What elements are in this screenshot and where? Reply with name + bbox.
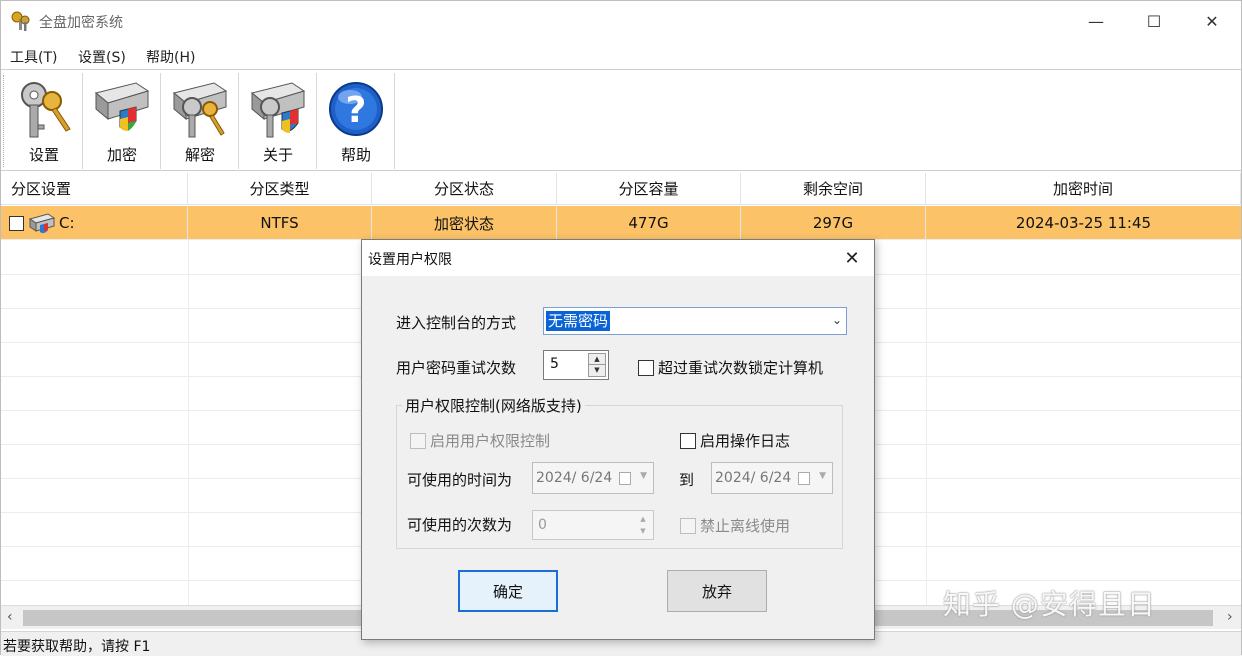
dialog-title-bar: 设置用户权限 ✕ [362,240,874,276]
dialog-close-button[interactable]: ✕ [838,244,866,272]
date-to-picker[interactable]: 2024/ 6/24 ▼ [711,462,833,494]
column-header-free[interactable]: 剩余空间 [741,173,926,205]
partition-cell: C: [1,206,188,240]
date-to-value: 2024/ 6/24 [715,470,792,486]
drive-key-shield-icon [250,82,306,138]
stepper-up-icon[interactable]: ▲ [589,354,605,365]
type-cell: NTFS [188,206,372,240]
to-label: 到 [679,471,695,489]
console-mode-value: 无需密码 [546,311,611,331]
capacity-cell: 477G [557,206,741,240]
lock-computer-checkbox[interactable]: 超过重试次数锁定计算机 [638,357,823,378]
menu-help[interactable]: 帮助(H) [146,47,195,67]
status-cell: 加密状态 [372,206,557,240]
enable-permission-checkbox[interactable]: 启用用户权限控制 [410,430,550,451]
disable-offline-label: 禁止离线使用 [700,517,791,535]
key-settings-icon [21,82,71,138]
usage-count-stepper[interactable]: 0 ▲ ▼ [532,510,654,540]
scroll-right-icon[interactable]: › [1227,609,1233,625]
time-cell: 2024-03-25 11:45 [1015,214,1152,232]
usage-time-label: 可使用的时间为 [407,471,513,489]
stepper-up-icon[interactable]: ▲ [635,513,651,525]
retry-count-stepper[interactable]: 5 ▲ ▼ [543,350,609,380]
toolbar-encrypt-label: 加密 [106,146,137,164]
stepper-down-icon[interactable]: ▼ [589,365,605,376]
checkbox-box[interactable] [680,432,696,449]
app-key-icon [11,11,30,31]
calendar-icon [619,472,631,485]
date-from-value: 2024/ 6/24 [536,470,613,486]
menu-divider [1,69,1241,70]
stepper-buttons: ▲ ▼ [588,353,606,377]
column-divider [926,240,927,605]
cancel-button[interactable]: 放弃 [667,570,767,612]
status-text: 若要获取帮助，请按 F1 [3,639,151,655]
permission-group-title: 用户权限控制(网络版支持) [402,395,585,416]
checkbox-box[interactable] [410,432,426,449]
date-from-picker[interactable]: 2024/ 6/24 ▼ [532,462,654,494]
row-checkbox[interactable] [9,215,24,231]
enable-log-checkbox[interactable]: 启用操作日志 [680,430,790,451]
title-bar: 全盘加密系统 — ☐ ✕ [1,1,1241,41]
menu-settings[interactable]: 设置(S) [78,47,126,67]
column-header-time[interactable]: 加密时间 [926,173,1241,205]
svg-text:?: ? [346,90,367,131]
usage-count-value: 0 [538,517,547,533]
maximize-button[interactable]: ☐ [1125,1,1183,41]
menu-bar: 工具(T) 设置(S) 帮助(H) [1,41,1241,69]
disable-offline-checkbox[interactable]: 禁止离线使用 [680,515,790,536]
close-button[interactable]: ✕ [1183,1,1241,41]
retry-count-value: 5 [550,356,559,372]
retry-count-label: 用户密码重试次数 [396,359,517,377]
toolbar-help-button[interactable]: ? 帮助 [317,73,395,169]
toolbar-about-label: 关于 [262,146,293,164]
toolbar-decrypt-button[interactable]: 解密 [161,73,239,169]
column-header-type[interactable]: 分区类型 [188,173,372,205]
dialog-title: 设置用户权限 [368,252,452,268]
column-divider [188,240,189,605]
console-mode-label: 进入控制台的方式 [396,314,517,332]
lock-computer-label: 超过重试次数锁定计算机 [658,359,824,377]
stepper-down-icon[interactable]: ▼ [635,525,651,537]
column-header-capacity[interactable]: 分区容量 [557,173,741,205]
chevron-down-icon: ▼ [819,471,826,481]
user-permission-dialog: 设置用户权限 ✕ 进入控制台的方式 无需密码 ⌄ 用户密码重试次数 5 ▲ ▼ … [361,239,875,640]
watermark-text: 知乎 @安得且日 [943,588,1156,621]
calendar-icon [798,472,810,485]
checkbox-box[interactable] [680,517,696,534]
scroll-left-icon[interactable]: ‹ [7,609,13,625]
ok-button[interactable]: 确定 [458,570,558,612]
drive-shield-icon [28,213,56,234]
toolbar-about-button[interactable]: 关于 [239,73,317,169]
help-question-icon: ? [329,82,383,136]
console-mode-select[interactable]: 无需密码 ⌄ [543,307,847,335]
stepper-buttons: ▲ ▼ [635,513,651,537]
toolbar-settings-label: 设置 [28,146,59,164]
toolbar: 设置 加密 解密 关于 ? 帮助 [1,71,1241,171]
enable-permission-label: 启用用户权限控制 [430,432,551,450]
minimize-button[interactable]: — [1067,1,1125,41]
table-row[interactable]: C: NTFS 加密状态 477G 297G 2024-03-25 11:45 [1,206,1241,240]
toolbar-decrypt-label: 解密 [184,146,215,164]
drive-shield-icon [94,82,150,131]
enable-log-label: 启用操作日志 [700,432,791,450]
chevron-down-icon: ▼ [640,471,647,481]
window-title: 全盘加密系统 [39,15,123,31]
menu-tools[interactable]: 工具(T) [10,47,57,67]
toolbar-help-label: 帮助 [340,146,371,164]
free-cell: 297G [741,206,926,240]
drive-key-icon [172,82,228,138]
toolbar-encrypt-button[interactable]: 加密 [83,73,161,169]
toolbar-settings-button[interactable]: 设置 [5,73,83,169]
chevron-down-icon: ⌄ [831,313,842,327]
usage-count-label: 可使用的次数为 [407,516,513,534]
partition-name: C: [59,214,75,232]
checkbox-box[interactable] [638,359,654,376]
column-header-status[interactable]: 分区状态 [372,173,557,205]
column-header-partition[interactable]: 分区设置 [1,173,188,205]
